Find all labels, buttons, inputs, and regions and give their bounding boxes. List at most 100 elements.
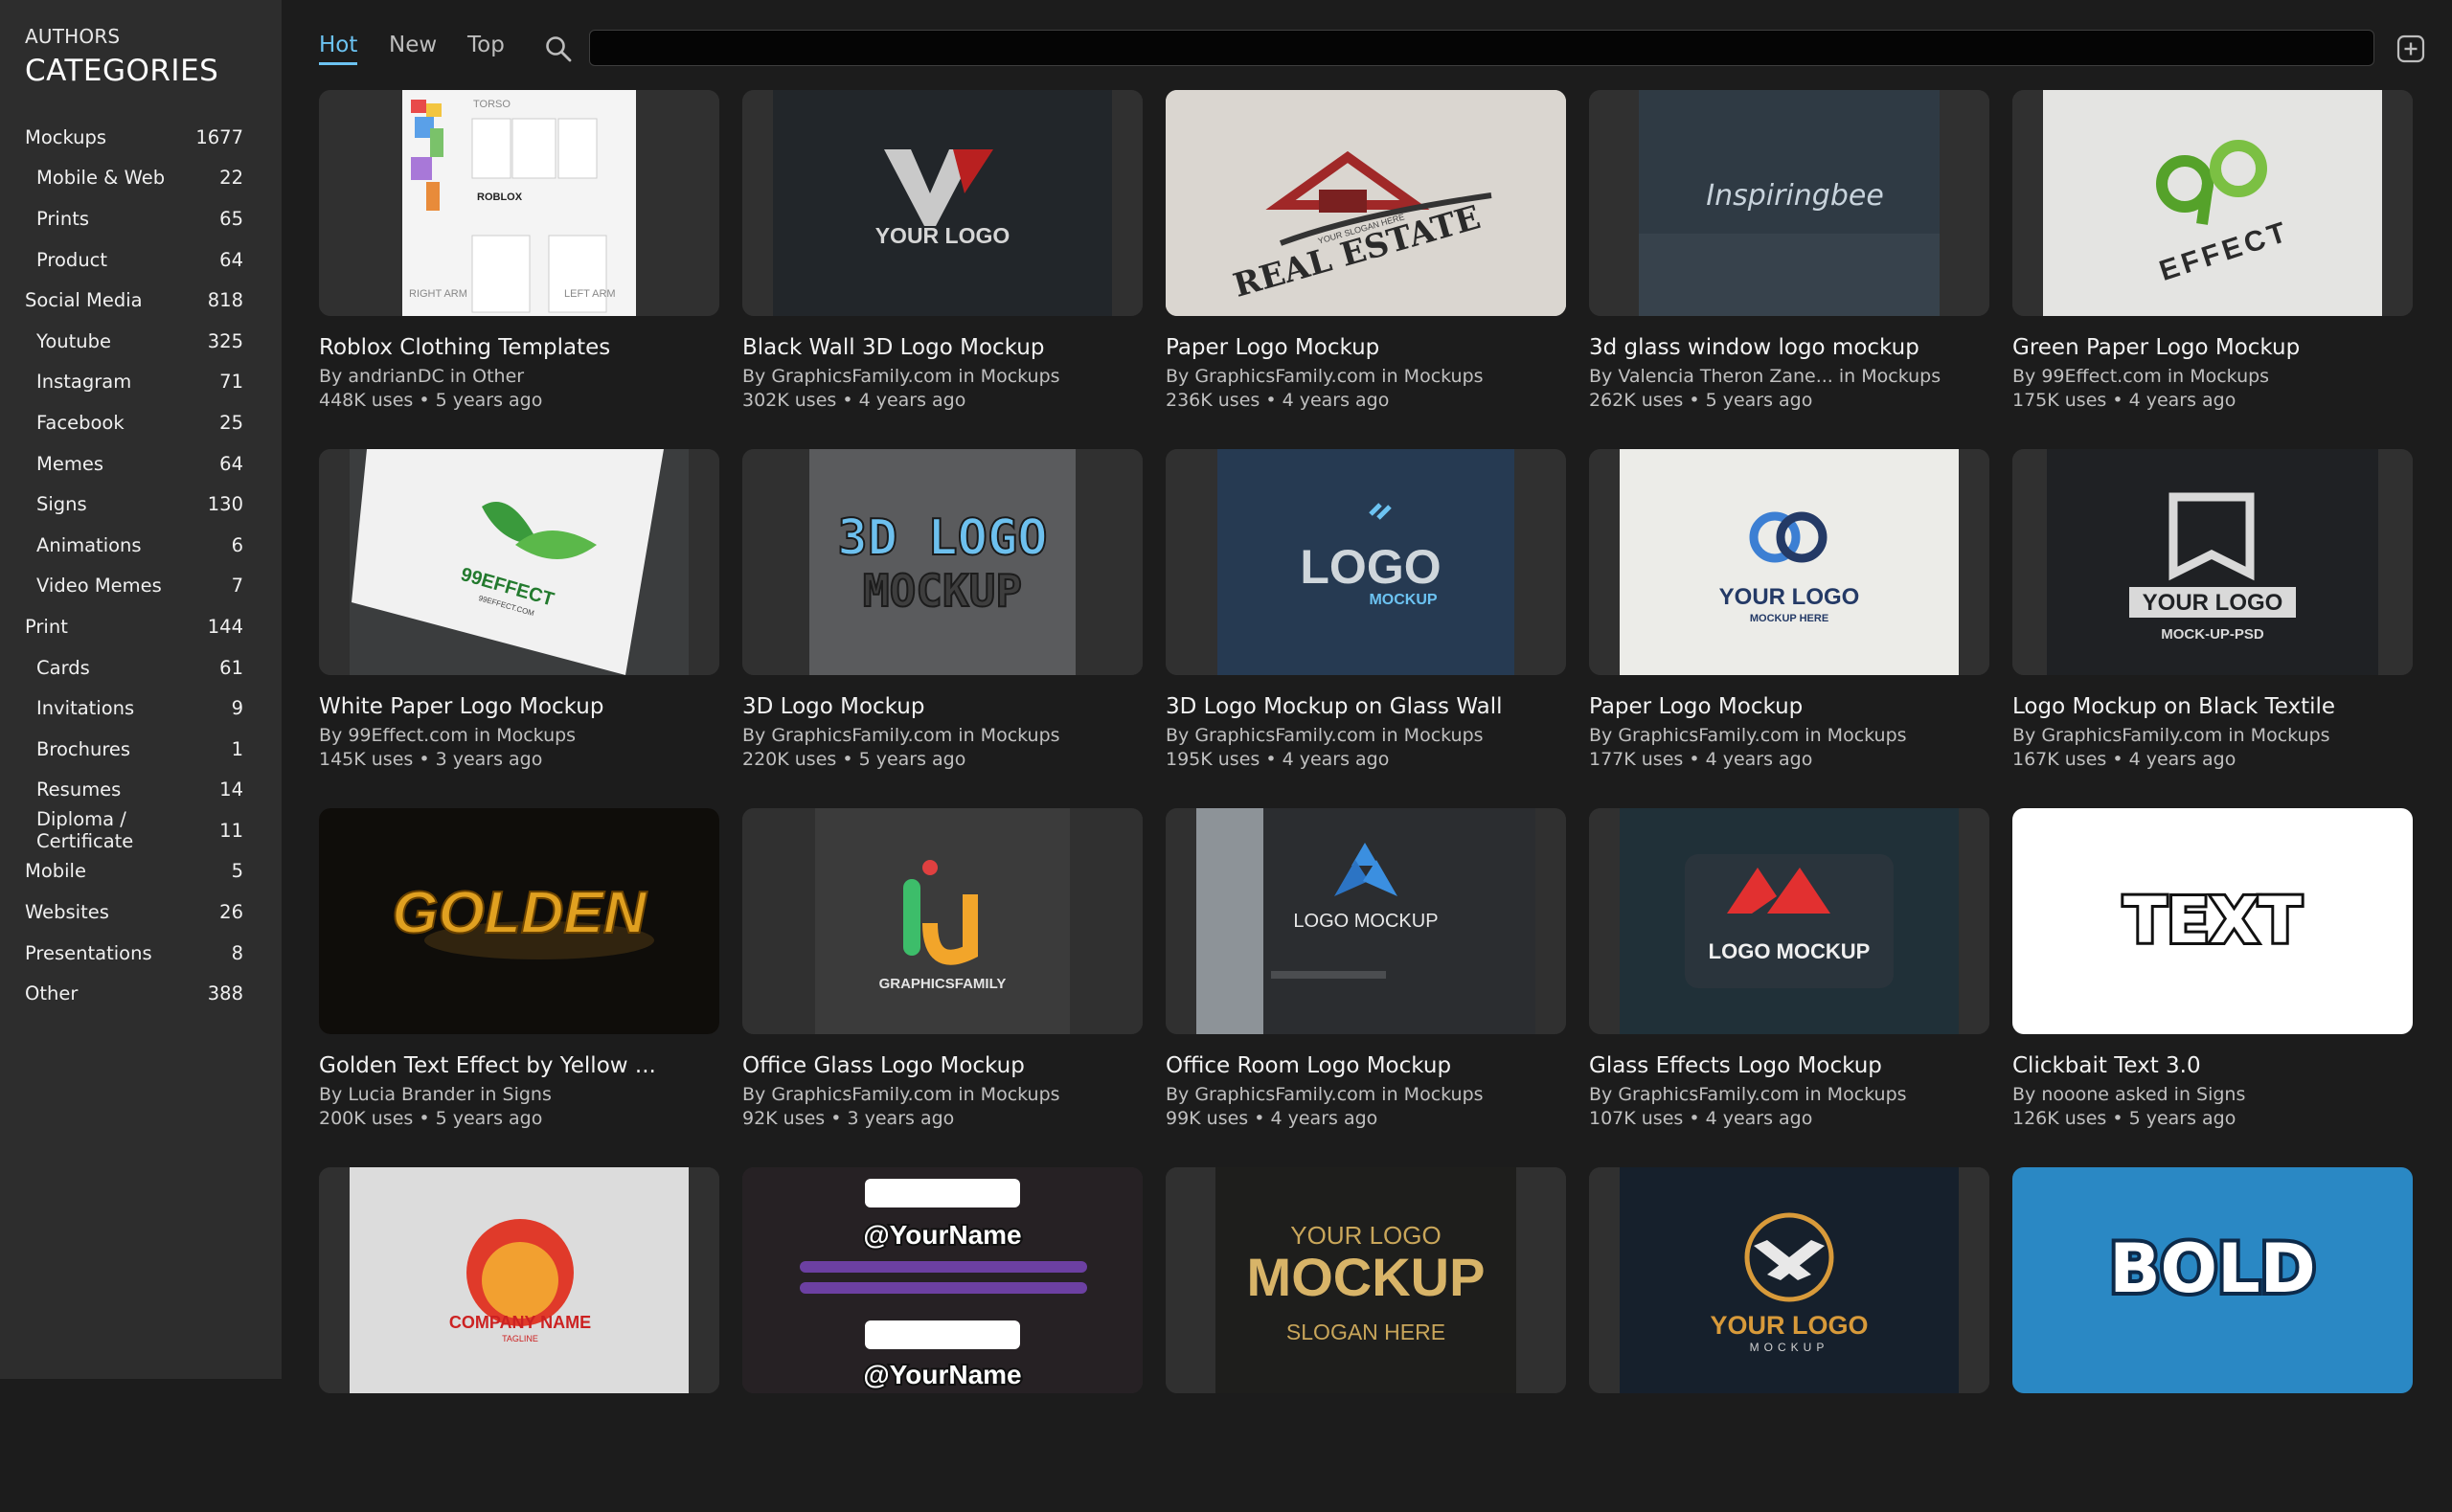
tab-top[interactable]: Top	[467, 33, 505, 57]
template-title[interactable]: Roblox Clothing Templates	[319, 335, 719, 360]
template-author[interactable]: By GraphicsFamily.com in Mockups	[742, 725, 1143, 746]
template-title[interactable]: 3D Logo Mockup	[742, 694, 1143, 719]
template-title[interactable]: Golden Text Effect by Yellow ...	[319, 1053, 719, 1078]
template-thumbnail[interactable]: TORSO ROBLOX RIGHT ARM LEFT ARM	[319, 90, 719, 316]
template-thumbnail[interactable]: YOUR LOGO MOCKUP SLOGAN HERE	[1166, 1167, 1566, 1393]
sidebar-category-other[interactable]: Other 388	[0, 973, 282, 1014]
template-title[interactable]: Paper Logo Mockup	[1589, 694, 1989, 719]
template-title[interactable]: Glass Effects Logo Mockup	[1589, 1053, 1989, 1078]
sidebar-category-signs[interactable]: Signs 130	[0, 484, 282, 525]
template-title[interactable]: Clickbait Text 3.0	[2012, 1053, 2413, 1078]
sidebar-category-instagram[interactable]: Instagram 71	[0, 362, 282, 403]
template-title[interactable]: Office Glass Logo Mockup	[742, 1053, 1143, 1078]
template-author[interactable]: By GraphicsFamily.com in Mockups	[2012, 725, 2413, 746]
sidebar-category-facebook[interactable]: Facebook 25	[0, 402, 282, 443]
template-card[interactable]: LOGO MOCKUP 3D Logo Mockup on Glass Wall B…	[1166, 449, 1566, 794]
template-author[interactable]: By 99Effect.com in Mockups	[2012, 366, 2413, 387]
template-thumbnail[interactable]: LOGO MOCKUP	[1166, 808, 1566, 1034]
sidebar-category-mockups[interactable]: Mockups 1677	[0, 117, 282, 158]
template-author[interactable]: By andrianDC in Other	[319, 366, 719, 387]
template-card[interactable]: GRAPHICSFAMILY Office Glass Logo Mockup By…	[742, 808, 1143, 1153]
sidebar-category-websites[interactable]: Websites 26	[0, 891, 282, 933]
template-thumbnail[interactable]: YOUR LOGO	[742, 90, 1143, 316]
tab-hot[interactable]: Hot	[319, 33, 358, 65]
template-author[interactable]: By GraphicsFamily.com in Mockups	[1589, 1084, 1989, 1105]
template-card[interactable]: COMPANY NAME TAGLINE	[319, 1167, 719, 1512]
sidebar-category-memes[interactable]: Memes 64	[0, 443, 282, 485]
sidebar-category-prints[interactable]: Prints 65	[0, 198, 282, 239]
sidebar-category-video-memes[interactable]: Video Memes 7	[0, 566, 282, 607]
template-title[interactable]: Paper Logo Mockup	[1166, 335, 1566, 360]
sidebar-category-mobile-web[interactable]: Mobile & Web 22	[0, 158, 282, 199]
template-author[interactable]: By Lucia Brander in Signs	[319, 1084, 719, 1105]
template-author[interactable]: By GraphicsFamily.com in Mockups	[742, 1084, 1143, 1105]
template-author[interactable]: By GraphicsFamily.com in Mockups	[1166, 725, 1566, 746]
template-thumbnail[interactable]: YOUR LOGO MOCK-UP-PSD	[2012, 449, 2413, 675]
sidebar-category-diploma-certificate[interactable]: Diploma / Certificate 11	[0, 808, 282, 852]
template-card[interactable]: 3D LOGO MOCKUP 3D Logo Mockup By GraphicsF…	[742, 449, 1143, 794]
sidebar-category-product[interactable]: Product 64	[0, 239, 282, 281]
template-thumbnail[interactable]: 3D LOGO MOCKUP	[742, 449, 1143, 675]
sidebar-category-social-media[interactable]: Social Media 818	[0, 280, 282, 321]
template-card[interactable]: TORSO ROBLOX RIGHT ARM LEFT ARM Roblox Cl…	[319, 90, 719, 435]
template-thumbnail[interactable]: LOGO MOCKUP	[1589, 808, 1989, 1034]
template-thumbnail[interactable]: REAL ESTATE YOUR SLOGAN HERE	[1166, 90, 1566, 316]
template-card[interactable]: YOUR LOGO MOCKUP SLOGAN HERE	[1166, 1167, 1566, 1512]
template-title[interactable]: Black Wall 3D Logo Mockup	[742, 335, 1143, 360]
template-card[interactable]: GOLDEN Golden Text Effect by Yellow ... By…	[319, 808, 719, 1153]
template-title[interactable]: White Paper Logo Mockup	[319, 694, 719, 719]
sidebar-category-animations[interactable]: Animations 6	[0, 525, 282, 566]
authors-link[interactable]: AUTHORS	[25, 25, 282, 48]
template-thumbnail[interactable]: GOLDEN	[319, 808, 719, 1034]
template-title[interactable]: Green Paper Logo Mockup	[2012, 335, 2413, 360]
template-card[interactable]: BOLD	[2012, 1167, 2413, 1512]
template-thumbnail[interactable]: YOUR LOGO MOCKUP	[1589, 1167, 1989, 1393]
sidebar-category-youtube[interactable]: Youtube 325	[0, 321, 282, 362]
template-thumbnail[interactable]: BOLD	[2012, 1167, 2413, 1393]
template-title[interactable]: Office Room Logo Mockup	[1166, 1053, 1566, 1078]
sidebar-category-presentations[interactable]: Presentations 8	[0, 933, 282, 974]
template-card[interactable]: YOUR LOGO MOCK-UP-PSD Logo Mockup on Blac…	[2012, 449, 2413, 794]
template-title[interactable]: Logo Mockup on Black Textile	[2012, 694, 2413, 719]
template-author[interactable]: By GraphicsFamily.com in Mockups	[1166, 366, 1566, 387]
template-thumbnail[interactable]: EFFECT	[2012, 90, 2413, 316]
template-author[interactable]: By nooone asked in Signs	[2012, 1084, 2413, 1105]
template-author[interactable]: By 99Effect.com in Mockups	[319, 725, 719, 746]
template-author[interactable]: By Valencia Theron Zane... in Mockups	[1589, 366, 1989, 387]
template-card[interactable]: YOUR LOGO MOCKUP HERE Paper Logo Mockup By…	[1589, 449, 1989, 794]
template-card[interactable]: 99EFFECT 99EFFECT.COM White Paper Logo Mo…	[319, 449, 719, 794]
sidebar-category-mobile[interactable]: Mobile 5	[0, 851, 282, 892]
template-title[interactable]: 3D Logo Mockup on Glass Wall	[1166, 694, 1566, 719]
template-card[interactable]: @YourName @YourName	[742, 1167, 1143, 1512]
template-card[interactable]: LOGO MOCKUP Office Room Logo Mockup By Gr…	[1166, 808, 1566, 1153]
template-thumbnail[interactable]: @YourName @YourName	[742, 1167, 1143, 1393]
template-author[interactable]: By GraphicsFamily.com in Mockups	[1589, 725, 1989, 746]
tab-new[interactable]: New	[389, 33, 437, 57]
sidebar-category-invitations[interactable]: Invitations 9	[0, 688, 282, 729]
category-label: Other	[25, 982, 79, 1005]
template-author[interactable]: By GraphicsFamily.com in Mockups	[1166, 1084, 1566, 1105]
sidebar-category-cards[interactable]: Cards 61	[0, 647, 282, 688]
template-thumbnail[interactable]: TEXT	[2012, 808, 2413, 1034]
template-title[interactable]: 3d glass window logo mockup	[1589, 335, 1989, 360]
search-icon[interactable]	[544, 34, 573, 63]
sidebar-category-print[interactable]: Print 144	[0, 606, 282, 647]
template-card[interactable]: EFFECT Green Paper Logo Mockup By 99Effect…	[2012, 90, 2413, 435]
template-thumbnail[interactable]: LOGO MOCKUP	[1166, 449, 1566, 675]
search-input[interactable]	[589, 30, 2374, 66]
template-thumbnail[interactable]: 99EFFECT 99EFFECT.COM	[319, 449, 719, 675]
sidebar-category-resumes[interactable]: Resumes 14	[0, 770, 282, 811]
template-card[interactable]: YOUR LOGO MOCKUP	[1589, 1167, 1989, 1512]
template-card[interactable]: LOGO MOCKUP Glass Effects Logo Mockup By G…	[1589, 808, 1989, 1153]
template-thumbnail[interactable]: COMPANY NAME TAGLINE	[319, 1167, 719, 1393]
template-thumbnail[interactable]: GRAPHICSFAMILY	[742, 808, 1143, 1034]
template-thumbnail[interactable]: Inspiringbee	[1589, 90, 1989, 316]
template-card[interactable]: TEXT Clickbait Text 3.0 By nooone asked in…	[2012, 808, 2413, 1153]
template-card[interactable]: REAL ESTATE YOUR SLOGAN HERE Paper Logo M…	[1166, 90, 1566, 435]
template-thumbnail[interactable]: YOUR LOGO MOCKUP HERE	[1589, 449, 1989, 675]
template-card[interactable]: Inspiringbee 3d glass window logo mockup B…	[1589, 90, 1989, 435]
template-card[interactable]: YOUR LOGO Black Wall 3D Logo Mockup By Gra…	[742, 90, 1143, 435]
template-author[interactable]: By GraphicsFamily.com in Mockups	[742, 366, 1143, 387]
plus-square-icon[interactable]	[2396, 34, 2425, 63]
sidebar-category-brochures[interactable]: Brochures 1	[0, 729, 282, 770]
